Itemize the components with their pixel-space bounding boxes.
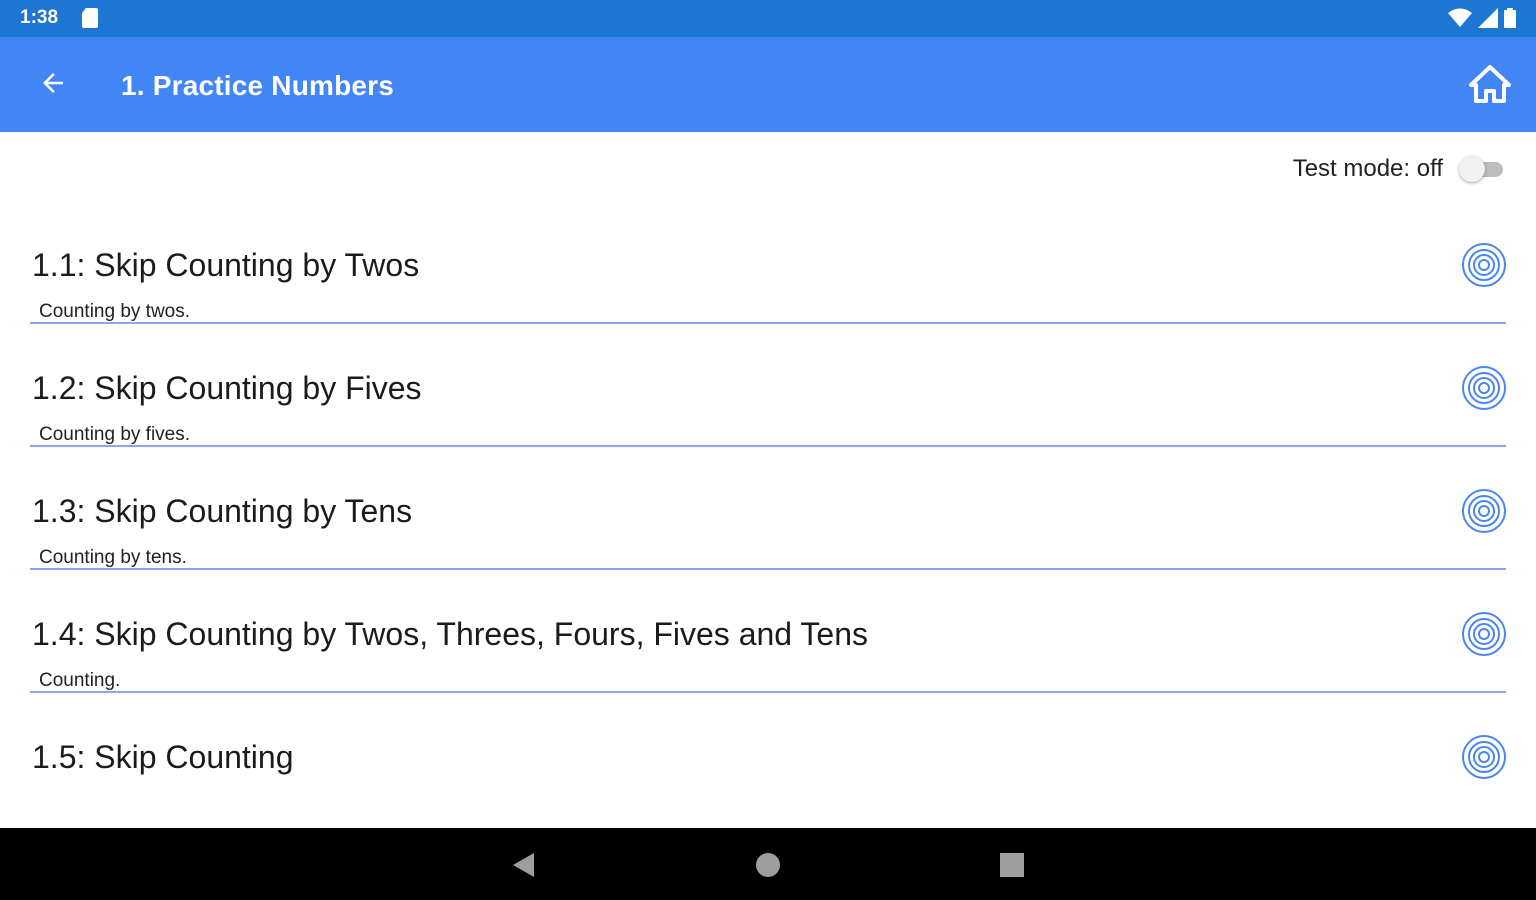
wifi-icon bbox=[1448, 8, 1472, 33]
lesson-list: 1.1: Skip Counting by Twos Counting by t… bbox=[30, 229, 1506, 828]
divider bbox=[30, 322, 1506, 324]
lesson-subtitle: Counting. bbox=[39, 670, 121, 691]
lesson-item-1-3[interactable]: 1.3: Skip Counting by Tens Counting by t… bbox=[30, 475, 1506, 598]
lesson-title: 1.2: Skip Counting by Fives bbox=[32, 370, 422, 406]
lesson-subtitle: Counting by twos. bbox=[39, 301, 191, 322]
status-time: 1:38 bbox=[20, 7, 59, 28]
sd-card-icon bbox=[82, 8, 98, 33]
status-icons bbox=[1448, 8, 1516, 33]
lesson-subtitle: Counting by fives. bbox=[39, 424, 191, 445]
status-bar: 1:38 bbox=[0, 0, 1536, 37]
system-nav-bar bbox=[0, 828, 1536, 900]
page-title: 1. Practice Numbers bbox=[121, 70, 395, 101]
target-icon[interactable] bbox=[1460, 487, 1508, 535]
lesson-title: 1.3: Skip Counting by Tens bbox=[32, 493, 413, 529]
home-button[interactable] bbox=[1466, 63, 1514, 109]
test-mode-label: Test mode: off bbox=[1292, 155, 1443, 182]
target-icon[interactable] bbox=[1460, 733, 1508, 781]
home-icon bbox=[1469, 64, 1511, 108]
divider bbox=[30, 445, 1506, 447]
divider bbox=[30, 568, 1506, 570]
lesson-item-1-4[interactable]: 1.4: Skip Counting by Twos, Threes, Four… bbox=[30, 598, 1506, 721]
lesson-title: 1.4: Skip Counting by Twos, Threes, Four… bbox=[32, 616, 868, 652]
back-triangle-icon[interactable] bbox=[508, 850, 538, 880]
lesson-item-1-2[interactable]: 1.2: Skip Counting by Fives Counting by … bbox=[30, 352, 1506, 475]
target-icon[interactable] bbox=[1460, 610, 1508, 658]
divider bbox=[30, 691, 1506, 693]
lesson-item-1-1[interactable]: 1.1: Skip Counting by Twos Counting by t… bbox=[30, 229, 1506, 352]
app-bar: 1. Practice Numbers bbox=[0, 37, 1536, 132]
lesson-list-screen: Test mode: off 1.1: Skip Counting by Two… bbox=[0, 132, 1536, 828]
test-mode-toggle[interactable] bbox=[1459, 156, 1503, 182]
signal-icon bbox=[1478, 8, 1498, 33]
target-icon[interactable] bbox=[1460, 241, 1508, 289]
lesson-subtitle: Counting by tens. bbox=[39, 547, 187, 568]
battery-icon bbox=[1504, 8, 1516, 33]
recents-square-icon[interactable] bbox=[997, 850, 1027, 880]
home-circle-icon[interactable] bbox=[753, 850, 783, 880]
back-button[interactable] bbox=[30, 62, 76, 108]
lesson-title: 1.1: Skip Counting by Twos bbox=[32, 247, 420, 283]
lesson-title: 1.5: Skip Counting bbox=[32, 739, 294, 775]
toggle-thumb bbox=[1459, 156, 1485, 182]
lesson-item-1-5[interactable]: 1.5: Skip Counting bbox=[30, 721, 1506, 828]
arrow-back-icon bbox=[38, 68, 68, 103]
target-icon[interactable] bbox=[1460, 364, 1508, 412]
